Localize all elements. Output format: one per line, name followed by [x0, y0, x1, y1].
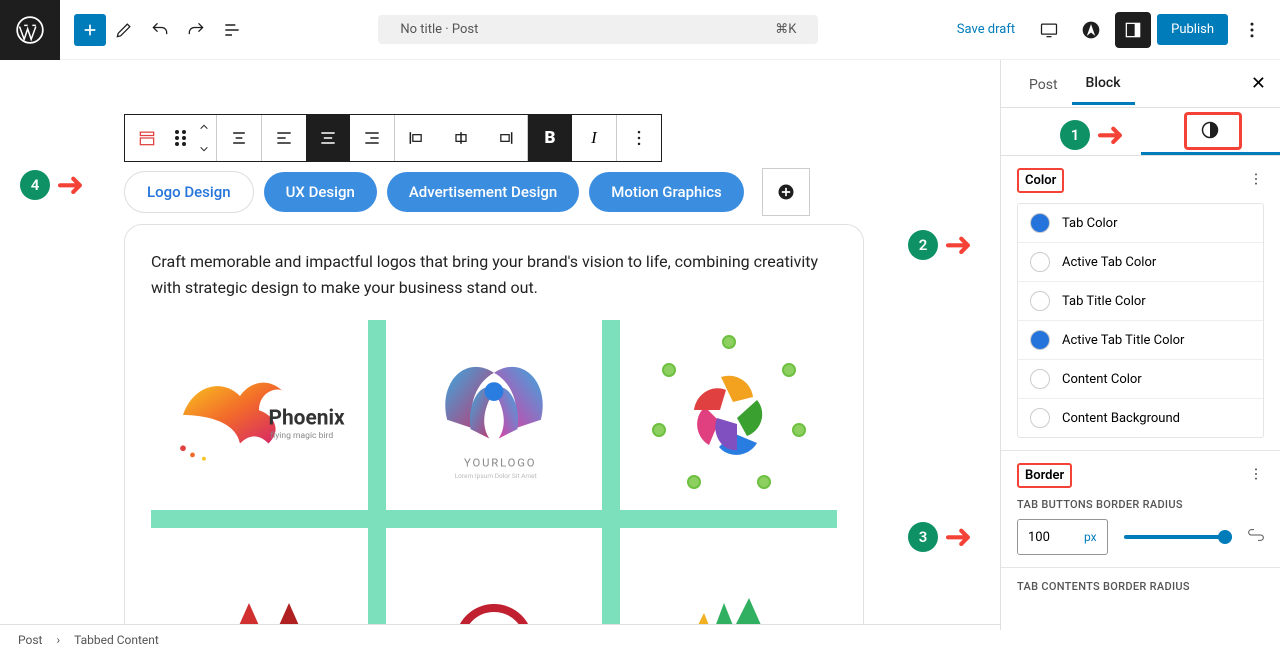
align-right-icon[interactable]	[350, 115, 394, 161]
subtab-general-icon[interactable]	[1001, 108, 1141, 155]
tab-advertisement-design[interactable]: Advertisement Design	[387, 172, 579, 212]
align-icon[interactable]	[217, 115, 261, 161]
move-up-down[interactable]	[192, 115, 216, 161]
bold-icon[interactable]: B	[528, 115, 572, 161]
color-active-tab-title-color[interactable]: Active Tab Title Color	[1018, 321, 1263, 360]
wordpress-logo[interactable]	[0, 0, 60, 60]
border-content-radius-label: TAB CONTENTS BORDER RADIUS	[1017, 580, 1264, 593]
align-left-icon[interactable]	[262, 115, 306, 161]
logo-image-4	[151, 528, 368, 630]
breadcrumb-post[interactable]: Post	[18, 633, 42, 647]
add-tab-button[interactable]	[762, 168, 810, 216]
tab-content-panel[interactable]: Craft memorable and impactful logos that…	[124, 224, 864, 630]
svg-text:YOURLOGO: YOURLOGO	[464, 457, 536, 470]
color-active-tab-color[interactable]: Active Tab Color	[1018, 243, 1263, 282]
color-tab-color[interactable]: Tab Color	[1018, 204, 1263, 243]
color-content-color[interactable]: Content Color	[1018, 360, 1263, 399]
align-center-icon[interactable]	[306, 115, 350, 161]
color-options-list: Tab Color Active Tab Color Tab Title Col…	[1017, 203, 1264, 438]
editor-canvas: B I Logo Design UX Design Advertisement …	[0, 60, 1000, 630]
italic-icon[interactable]: I	[572, 115, 616, 161]
logo-image-2: YOURLOGO Lorem Ipsum Dolor Sit Amet	[386, 320, 603, 510]
subtab-styles-icon[interactable]	[1141, 108, 1280, 155]
justify-left-icon[interactable]	[395, 115, 439, 161]
justify-center-icon[interactable]	[439, 115, 483, 161]
border-radius-input[interactable]: px	[1017, 519, 1108, 555]
breadcrumb-tabbed-content[interactable]: Tabbed Content	[74, 633, 159, 647]
border-radius-unit[interactable]: px	[1074, 520, 1107, 554]
color-tab-title-color[interactable]: Tab Title Color	[1018, 282, 1263, 321]
tab-logo-design[interactable]: Logo Design	[124, 171, 254, 213]
tab-ux-design[interactable]: UX Design	[264, 172, 377, 212]
chevron-right-icon: ›	[56, 633, 60, 647]
add-block-button[interactable]	[74, 14, 106, 46]
top-toolbar: No title · Post ⌘K Save draft Publish	[0, 0, 1280, 60]
drag-handle[interactable]	[169, 115, 192, 161]
more-block-options-icon[interactable]	[617, 115, 661, 161]
section-title-border: Border	[1017, 463, 1072, 488]
block-settings-subtabs	[1001, 108, 1280, 156]
document-title: No title · Post	[400, 22, 478, 37]
link-sides-icon[interactable]	[1248, 527, 1264, 547]
undo-icon[interactable]	[142, 12, 178, 48]
settings-sidebar: Post Block ✕ Color Tab Color Active Tab …	[1000, 60, 1280, 630]
publish-button[interactable]: Publish	[1157, 14, 1228, 45]
svg-text:flying magic bird: flying magic bird	[271, 431, 334, 441]
logo-grid: Phoenix flying magic bird	[151, 320, 837, 630]
list-view-icon[interactable]	[214, 12, 250, 48]
close-sidebar-icon[interactable]: ✕	[1251, 73, 1266, 94]
logo-image-5	[386, 528, 603, 630]
border-section-menu-icon[interactable]	[1248, 466, 1264, 486]
border-radius-slider[interactable]	[1124, 535, 1232, 539]
sidebar-tab-post[interactable]: Post	[1015, 64, 1072, 104]
settings-sidebar-toggle[interactable]	[1115, 12, 1151, 48]
sidebar-tab-block[interactable]: Block	[1072, 62, 1135, 105]
logo-image-1: Phoenix flying magic bird	[151, 320, 368, 510]
block-toolbar: B I	[124, 114, 662, 162]
document-title-bar[interactable]: No title · Post ⌘K	[250, 15, 947, 44]
border-radius-value[interactable]	[1018, 520, 1074, 554]
tab-motion-graphics[interactable]: Motion Graphics	[589, 172, 744, 212]
keyboard-shortcut: ⌘K	[775, 22, 796, 37]
color-content-background[interactable]: Content Background	[1018, 399, 1263, 437]
logo-image-6	[620, 528, 837, 630]
edit-tool-icon[interactable]	[106, 12, 142, 48]
redo-icon[interactable]	[178, 12, 214, 48]
more-options-icon[interactable]	[1234, 12, 1270, 48]
breadcrumb: Post › Tabbed Content	[0, 624, 1000, 654]
svg-text:Lorem Ipsum Dolor Sit Amet: Lorem Ipsum Dolor Sit Amet	[455, 472, 537, 480]
block-type-icon[interactable]	[125, 115, 169, 161]
justify-right-icon[interactable]	[483, 115, 527, 161]
tab-description: Craft memorable and impactful logos that…	[151, 249, 837, 300]
save-draft-button[interactable]: Save draft	[947, 16, 1025, 43]
section-title-color: Color	[1017, 168, 1064, 193]
border-radius-label: TAB BUTTONS BORDER RADIUS	[1017, 498, 1264, 511]
astra-icon[interactable]	[1073, 12, 1109, 48]
color-section-menu-icon[interactable]	[1248, 171, 1264, 191]
tabbed-content-block: Logo Design UX Design Advertisement Desi…	[124, 168, 864, 630]
logo-image-3	[620, 320, 837, 510]
svg-text:Phoenix: Phoenix	[269, 407, 345, 431]
preview-icon[interactable]	[1031, 12, 1067, 48]
